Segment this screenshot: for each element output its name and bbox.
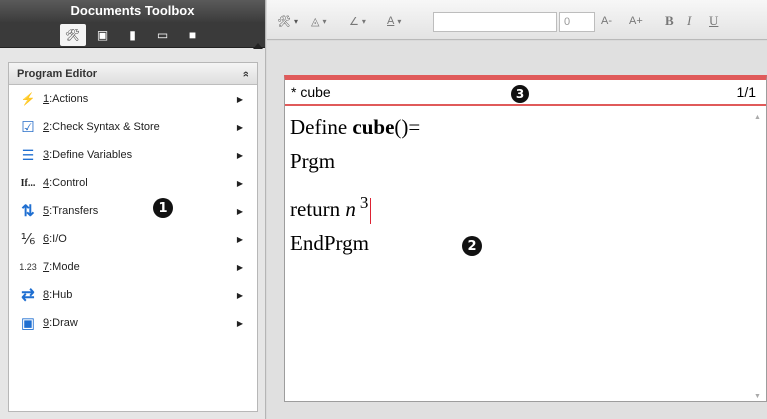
menu-item-draw[interactable]: ▣ 9:Draw ▶	[9, 309, 257, 337]
folder-icon[interactable]: ■	[180, 24, 206, 46]
menu-item-define-variables[interactable]: ☰ 3:Define Variables ▶	[9, 141, 257, 169]
fill-color-icon: ◬	[311, 15, 320, 28]
program-editor-panel: Program Editor » ⚡ 1:Actions ▶ ☑ 2:Check…	[8, 62, 258, 412]
chevron-down-icon: ▾	[361, 16, 366, 26]
program-editor[interactable]: * cube 1/1 Define cube()= Prgm return n3…	[284, 75, 767, 402]
callout-3: 3	[511, 85, 529, 103]
increase-font-button[interactable]: A+	[629, 12, 643, 30]
hub-icon: ⇄	[21, 287, 35, 304]
app-window: Documents Toolbox 🛠 ▣ ▮ ▭ ■ Program Edit…	[0, 0, 767, 419]
scroll-down-icon[interactable]: ▼	[754, 393, 761, 400]
documents-toolbox: Documents Toolbox 🛠 ▣ ▮ ▭ ■ Program Edit…	[0, 0, 266, 419]
lightning-icon: ⚡	[20, 92, 36, 106]
code-line-prgm: Prgm	[290, 149, 336, 173]
panel-title: Program Editor	[17, 67, 98, 80]
chevron-down-icon: ▾	[397, 16, 402, 26]
callout-2: 2	[462, 236, 482, 256]
submenu-arrow-icon: ▶	[236, 122, 243, 132]
program-editor-menu: ⚡ 1:Actions ▶ ☑ 2:Check Syntax & Store ▶…	[9, 85, 257, 337]
callout-1: 1	[153, 198, 173, 218]
submenu-arrow-icon: ▶	[236, 234, 243, 244]
menu-item-actions[interactable]: ⚡ 1:Actions ▶	[9, 85, 257, 113]
library-icon[interactable]: ▭	[150, 24, 176, 46]
code-line-endprgm: EndPrgm	[290, 231, 369, 256]
text-color-icon: A	[387, 15, 395, 27]
bold-button[interactable]: B	[665, 12, 674, 30]
submenu-arrow-icon: ▶	[236, 206, 243, 216]
format-toolbar: 🛠 ▾ ◬ ▾ ∠ ▾ A ▾ 0 A- A+ B I U	[267, 0, 767, 40]
check-store-icon: ☑	[21, 119, 35, 136]
menu-item-io[interactable]: ⅙ 6:I/O ▶	[9, 225, 257, 253]
underline-button[interactable]: U	[709, 12, 718, 30]
submenu-arrow-icon: ▶	[236, 318, 243, 328]
if-control-icon: If...	[20, 177, 36, 189]
font-name-field[interactable]	[433, 12, 557, 32]
collapse-icon[interactable]: »	[240, 70, 252, 76]
toolbox-tabs: 🛠 ▣ ▮ ▭ ■	[0, 22, 265, 48]
mode-icon: 1.23	[19, 262, 37, 272]
toolbox-title: Documents Toolbox	[0, 0, 265, 22]
submenu-arrow-icon: ▶	[236, 150, 243, 160]
chevron-down-icon: ▾	[293, 16, 298, 26]
transfer-arrows-icon: ⇅	[21, 203, 35, 220]
scroll-up-icon[interactable]: ▲	[754, 114, 764, 121]
pages-icon[interactable]: ▣	[90, 24, 116, 46]
io-icon: ⅙	[20, 231, 36, 248]
menu-item-mode[interactable]: 1.23 7:Mode ▶	[9, 253, 257, 281]
italic-button[interactable]: I	[687, 12, 691, 30]
submenu-arrow-icon: ▶	[236, 262, 243, 272]
menu-item-check-syntax[interactable]: ☑ 2:Check Syntax & Store ▶	[9, 113, 257, 141]
submenu-arrow-icon: ▶	[236, 178, 243, 188]
menu-item-transfers[interactable]: ⇅ 5:Transfers ▶	[9, 197, 257, 225]
page-indicator: 1/1	[736, 84, 756, 100]
tools-dropdown[interactable]: 🛠 ▾	[277, 12, 298, 30]
line-color-icon: ∠	[349, 15, 359, 28]
panel-header[interactable]: Program Editor »	[9, 63, 257, 85]
menu-item-control[interactable]: If... 4:Control ▶	[9, 169, 257, 197]
submenu-arrow-icon: ▶	[236, 290, 243, 300]
tools-icon: 🛠	[277, 15, 291, 28]
submenu-arrow-icon: ▶	[236, 94, 243, 104]
text-cursor	[370, 198, 372, 225]
define-variables-icon: ☰	[21, 146, 35, 163]
code-line-return: return n3	[290, 188, 766, 225]
decrease-font-button[interactable]: A-	[601, 12, 612, 30]
line-color-dropdown[interactable]: ∠ ▾	[349, 12, 366, 30]
variables-icon[interactable]: ▮	[120, 24, 146, 46]
text-color-dropdown[interactable]: A ▾	[387, 12, 401, 30]
fill-color-dropdown[interactable]: ◬ ▾	[311, 12, 326, 30]
font-size-field[interactable]: 0	[559, 12, 595, 32]
code-area[interactable]: Define cube()= Prgm return n3 EndPrgm	[285, 106, 766, 258]
draw-icon: ▣	[20, 315, 36, 332]
vertical-scrollbar[interactable]: ▲ ▼	[754, 114, 764, 400]
code-line-define: Define cube()=	[290, 115, 421, 139]
chevron-down-icon: ▾	[322, 16, 327, 26]
menu-item-hub[interactable]: ⇄ 8:Hub ▶	[9, 281, 257, 309]
tools-icon[interactable]: 🛠	[59, 23, 86, 46]
toolbar-collapse-caret-icon[interactable]	[253, 43, 263, 49]
program-title: * cube	[291, 84, 331, 100]
